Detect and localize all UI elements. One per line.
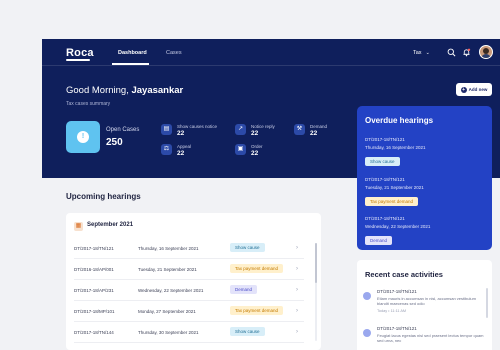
app-window: Roca Dashboard Cases Tax ⌄ Good Morning, … [42, 39, 500, 350]
bell-icon[interactable] [462, 48, 471, 57]
stat-label: Notice reply [251, 124, 275, 129]
recent-activities-card: Recent case activities DT/2017-18/TN/121… [357, 260, 492, 350]
order-icon: ▣ [235, 144, 246, 155]
case-id: DT/2017-18/AP/231 [74, 288, 114, 293]
search-icon[interactable] [447, 48, 456, 57]
table-row[interactable]: DT/2017-18/MP/101 Monday, 27 September 2… [74, 302, 304, 322]
table-row[interactable]: DT/2017-18/TN/121 Thursday, 16 September… [74, 239, 304, 259]
hearing-date: Wednesday, 22 September 2021 [365, 224, 431, 229]
summary-subtitle: Tax cases summary [66, 101, 111, 107]
table-row[interactable]: DT/2017-18/AP/231 Wednesday, 22 Septembe… [74, 281, 304, 301]
tax-dropdown[interactable]: Tax ⌄ [413, 50, 430, 56]
activity-text: Feugiat lacus egestas nisl sed praesent … [377, 333, 484, 343]
status-badge: Tax payment demand [230, 264, 284, 273]
gavel-icon: ⚒ [294, 124, 305, 135]
overdue-item[interactable]: DT/2017-18/TN/121 Tuesday, 21 September … [365, 177, 424, 208]
avatar-body [481, 54, 491, 58]
activity-dot [363, 292, 371, 300]
case-id: DT/2017-18/TN/121 [365, 177, 405, 182]
chevron-right-icon[interactable]: › [296, 329, 298, 335]
overdue-item[interactable]: DT/2017-18/TN/121 Thursday, 16 September… [365, 137, 425, 168]
avatar[interactable] [479, 45, 493, 59]
reply-icon: ↗ [235, 124, 246, 135]
scrollbar-thumb[interactable] [315, 243, 317, 283]
nav-divider [42, 65, 500, 66]
greeting: Good Morning, Jayasankar [66, 85, 183, 96]
hearing-date: Tuesday, 21 September 2021 [365, 185, 424, 190]
appeal-icon: ⚖ [161, 144, 172, 155]
roca-logo[interactable]: Roca [66, 47, 94, 61]
activity-time: Today • 11:11 AM [377, 309, 407, 313]
tax-dropdown-label: Tax [413, 50, 422, 56]
status-badge: Show cause [365, 157, 400, 166]
calendar-icon: ▦ [74, 222, 83, 231]
case-id: DT/2017-18/TN/121 [377, 289, 417, 294]
stat-value: 22 [251, 130, 259, 137]
overdue-item[interactable]: DT/2017-18/TN/121 Wednesday, 22 Septembe… [365, 216, 430, 247]
case-id: DT/2017-18/TN/121 [377, 326, 417, 331]
greeting-prefix: Good Morning, [66, 85, 129, 96]
add-new-button[interactable]: + Add new [456, 83, 492, 96]
stat-label: Demand [310, 124, 328, 129]
open-cases-card[interactable]: ! [66, 121, 100, 153]
activity-dot [363, 329, 371, 337]
tab-dashboard[interactable]: Dashboard [118, 50, 147, 56]
chevron-right-icon[interactable]: › [296, 287, 298, 293]
user-name: Jayasankar [131, 85, 184, 96]
case-id: DT/2017-18/TN/144 [74, 330, 114, 335]
stat-value: 22 [310, 130, 318, 137]
stat-value: 22 [177, 130, 185, 137]
hearing-date: Thursday, 16 September 2021 [365, 145, 426, 150]
case-id: DT/2016-18/AP/001 [74, 267, 114, 272]
overdue-title: Overdue hearings [365, 116, 434, 125]
open-cases-label: Open Cases [106, 127, 140, 133]
case-id: DT/2017-18/MP/101 [74, 309, 115, 314]
add-new-label: Add new [468, 87, 488, 92]
recent-title: Recent case activities [365, 270, 443, 279]
month-label: September 2021 [87, 222, 134, 228]
stat-label: Show causes notice [177, 124, 218, 129]
status-badge: Show cause [230, 327, 265, 336]
hearing-date: Thursday, 16 September 2021 [138, 246, 199, 251]
status-badge: Show cause [230, 243, 265, 252]
plus-icon: + [460, 86, 467, 93]
chevron-right-icon[interactable]: › [296, 266, 298, 272]
overdue-hearings-card: Overdue hearings DT/2017-18/TN/121 Thurs… [357, 106, 492, 250]
hearing-date: Wednesday, 22 September 2021 [138, 288, 204, 293]
case-id: DT/2017-18/TN/121 [365, 137, 405, 142]
stat-value: 22 [251, 150, 259, 157]
upcoming-title: Upcoming hearings [66, 192, 141, 201]
scrollbar-thumb[interactable] [486, 288, 488, 318]
status-badge: Tax payment demand [230, 306, 284, 315]
stat-label: Order [251, 144, 263, 149]
stat-label: Appeal [177, 144, 192, 149]
upcoming-hearings-card: ▦ September 2021 DT/2017-18/TN/121 Thurs… [66, 213, 321, 350]
chevron-down-icon: ⌄ [425, 50, 430, 56]
status-badge: Demand [365, 236, 393, 245]
hearing-date: Tuesday, 21 September 2021 [138, 267, 197, 272]
chevron-right-icon[interactable]: › [296, 308, 298, 314]
table-row[interactable]: DT/2016-18/AP/001 Tuesday, 21 September … [74, 260, 304, 280]
open-cases-value: 250 [106, 137, 123, 148]
status-badge: Demand [230, 285, 258, 294]
alert-icon: ! [77, 131, 89, 143]
hearing-date: Thursday, 30 September 2021 [138, 330, 199, 335]
chevron-right-icon[interactable]: › [296, 245, 298, 251]
case-id: DT/2017-18/TN/121 [74, 246, 114, 251]
activity-text: Etiam mauris in accumsan in nisl, accums… [377, 296, 476, 306]
status-badge: Tax payment demand [365, 197, 419, 206]
stat-value: 22 [177, 150, 185, 157]
case-id: DT/2017-18/TN/121 [365, 216, 405, 221]
document-icon: ▤ [161, 124, 172, 135]
tab-cases[interactable]: Cases [166, 50, 182, 56]
hearing-date: Monday, 27 September 2021 [138, 309, 196, 314]
table-row[interactable]: DT/2017-18/TN/144 Thursday, 30 September… [74, 323, 304, 343]
